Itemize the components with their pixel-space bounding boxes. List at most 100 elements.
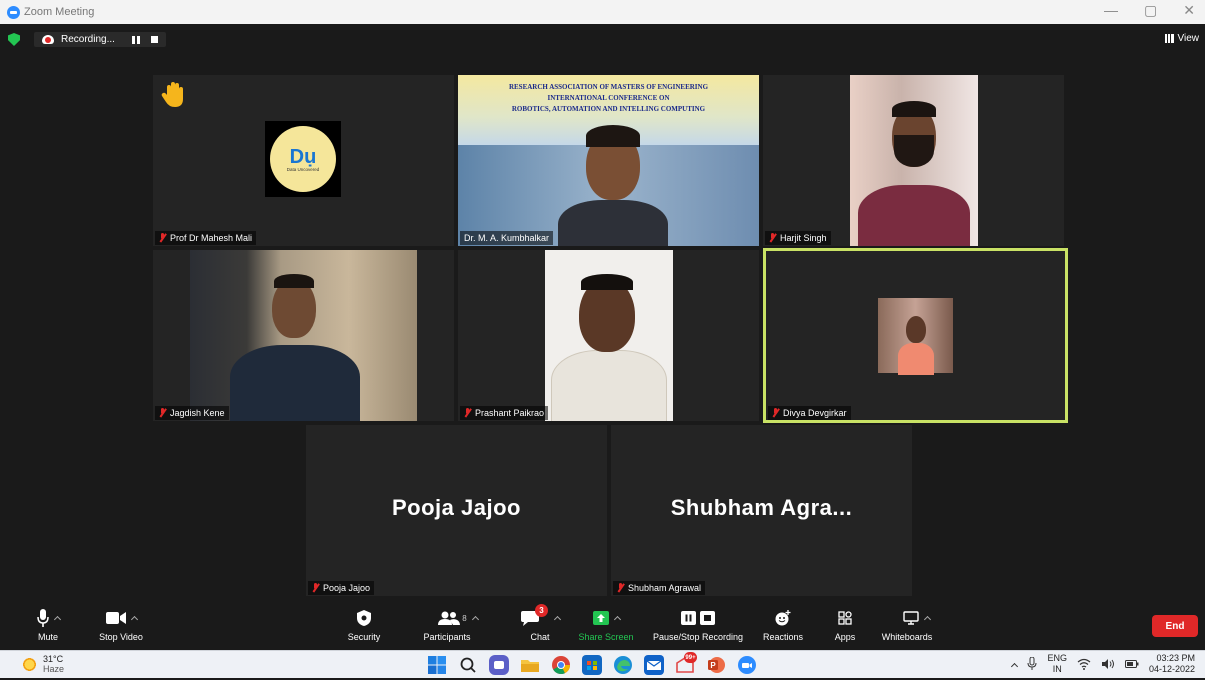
mic-muted-icon <box>159 233 166 243</box>
outlook-mail-icon[interactable]: 99+ <box>675 652 697 675</box>
volume-icon[interactable] <box>1101 658 1115 670</box>
window-titlebar: Zoom Meeting — ▢ ✕ <box>0 0 1205 24</box>
video-tile[interactable]: Harjit Singh <box>763 75 1064 246</box>
restore-button[interactable]: ▢ <box>1144 2 1157 19</box>
participants-options-caret-icon[interactable] <box>471 615 479 624</box>
participant-name-tag: Jagdish Kene <box>155 406 229 420</box>
security-button[interactable]: Security <box>344 607 384 642</box>
security-shield-icon <box>357 610 371 626</box>
language-indicator[interactable]: ENG IN <box>1047 653 1067 675</box>
recording-label: Recording... <box>61 34 115 45</box>
video-tile[interactable]: Dụ Data Uncovered Prof Dr Mahesh Mali <box>153 75 454 246</box>
chat-unread-badge: 3 <box>535 604 548 617</box>
participants-button[interactable]: 8 Participants <box>418 607 498 642</box>
whiteboard-icon <box>902 611 919 625</box>
participant-display-name: Pooja Jajoo <box>392 495 521 520</box>
share-screen-icon <box>592 611 609 625</box>
participant-video <box>850 75 978 246</box>
meeting-area: Recording... View Dụ Data Uncovered Prof… <box>0 24 1205 650</box>
participant-video <box>545 250 673 421</box>
tray-microphone-icon[interactable] <box>1027 657 1037 671</box>
view-button[interactable]: View <box>1164 33 1200 44</box>
data-uncovered-logo: Dụ Data Uncovered <box>265 121 341 197</box>
chat-options-caret-icon[interactable] <box>553 615 561 624</box>
stop-video-button[interactable]: Stop Video <box>90 607 152 642</box>
show-hidden-icons-chevron-icon[interactable] <box>1011 662 1019 670</box>
video-tile[interactable]: Prashant Paikrao <box>458 250 759 421</box>
participant-name-tag: Prashant Paikrao <box>460 406 549 420</box>
participant-name-tag: Shubham Agrawal <box>613 581 706 595</box>
share-options-caret-icon[interactable] <box>613 615 621 624</box>
zoom-app-icon <box>7 5 20 19</box>
meeting-controls-bar: Mute Stop Video Security 8 Participants … <box>0 603 1205 650</box>
edge-icon[interactable] <box>613 655 633 675</box>
windows-taskbar: 31°C Haze 99+ P ENG IN 03:23 PM 04-12-20… <box>0 650 1205 678</box>
stop-recording-icon[interactable] <box>150 36 158 43</box>
wifi-icon[interactable] <box>1077 658 1091 670</box>
mail-unread-badge: 99+ <box>684 652 697 663</box>
raise-hand-icon <box>161 82 183 107</box>
microphone-icon <box>36 609 49 627</box>
mic-muted-icon <box>312 583 319 593</box>
mic-muted-icon <box>617 583 624 593</box>
participant-display-name: Shubham Agra... <box>670 495 853 520</box>
encryption-shield-icon[interactable] <box>8 33 20 46</box>
participants-icon <box>438 611 461 625</box>
video-tile[interactable]: Shubham Agra... Shubham Agrawal <box>611 425 912 596</box>
weather-haze-icon <box>22 656 37 672</box>
participant-video <box>878 298 953 375</box>
end-meeting-button[interactable]: End <box>1152 615 1198 637</box>
video-tile[interactable]: Jagdish Kene <box>153 250 454 421</box>
whiteboards-options-caret-icon[interactable] <box>923 615 931 624</box>
reactions-button[interactable]: Reactions <box>760 607 806 642</box>
system-tray: ENG IN 03:23 PM 04-12-2022 <box>1011 653 1195 675</box>
participant-name-tag: Prof Dr Mahesh Mali <box>155 231 257 245</box>
weather-widget[interactable]: 31°C Haze <box>22 654 64 674</box>
apps-button[interactable]: Apps <box>830 607 860 642</box>
window-title: Zoom Meeting <box>24 6 95 18</box>
reactions-smiley-icon <box>775 610 791 626</box>
video-options-caret-icon[interactable] <box>130 615 138 624</box>
close-button[interactable]: ✕ <box>1183 2 1195 19</box>
svg-text:P: P <box>710 661 716 670</box>
cloud-record-icon <box>42 35 54 44</box>
pause-stop-icon <box>681 611 715 625</box>
file-explorer-icon[interactable] <box>520 655 540 675</box>
chat-button[interactable]: 3 Chat <box>515 604 565 642</box>
minimize-button[interactable]: — <box>1104 2 1118 19</box>
grid-view-icon <box>1164 34 1174 43</box>
powerpoint-icon[interactable]: P <box>706 655 726 675</box>
participant-name-tag: Divya Devgirkar <box>768 406 851 420</box>
participant-name-tag: Dr. M. A. Kumbhalkar <box>460 231 554 245</box>
mute-options-caret-icon[interactable] <box>53 615 61 624</box>
mic-muted-icon <box>159 408 166 418</box>
participant-video <box>190 250 417 421</box>
mute-button[interactable]: Mute <box>28 607 68 642</box>
recording-indicator: Recording... <box>34 32 166 47</box>
video-tile[interactable]: Pooja Jajoo Pooja Jajoo <box>306 425 607 596</box>
video-tile-active-speaker[interactable]: Divya Devgirkar <box>763 248 1068 423</box>
store-icon[interactable] <box>582 655 602 675</box>
mail-icon[interactable] <box>644 655 664 675</box>
mic-muted-icon <box>464 408 471 418</box>
participant-name-tag: Harjit Singh <box>765 231 831 245</box>
pause-stop-recording-button[interactable]: Pause/Stop Recording <box>648 607 748 642</box>
chrome-icon[interactable] <box>551 655 571 675</box>
share-screen-button[interactable]: Share Screen <box>576 607 636 642</box>
apps-icon <box>838 611 852 625</box>
video-camera-icon <box>105 612 126 624</box>
teams-chat-icon[interactable] <box>489 655 509 675</box>
video-tile[interactable]: RESEARCH ASSOCIATION OF MASTERS OF ENGIN… <box>458 75 759 246</box>
pause-recording-icon[interactable] <box>131 35 140 44</box>
zoom-taskbar-icon[interactable] <box>737 655 757 675</box>
participants-count: 8 <box>462 613 467 623</box>
search-icon[interactable] <box>458 655 478 675</box>
clock[interactable]: 03:23 PM 04-12-2022 <box>1149 653 1195 675</box>
mic-muted-icon <box>772 408 779 418</box>
participant-name-tag: Pooja Jajoo <box>308 581 375 595</box>
mic-muted-icon <box>769 233 776 243</box>
view-label: View <box>1177 33 1200 44</box>
windows-start-icon[interactable] <box>427 655 447 675</box>
battery-icon[interactable] <box>1124 659 1139 669</box>
whiteboards-button[interactable]: Whiteboards <box>882 607 946 642</box>
